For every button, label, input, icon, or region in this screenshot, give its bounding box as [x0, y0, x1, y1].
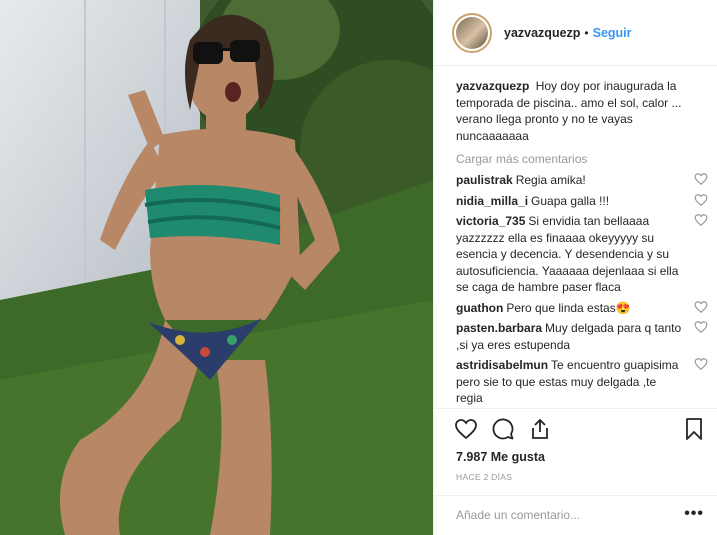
post-photo[interactable] — [0, 0, 433, 535]
follow-button[interactable]: Seguir — [593, 26, 632, 40]
avatar-image — [456, 16, 488, 49]
share-icon[interactable] — [528, 417, 552, 441]
more-options-icon[interactable]: ••• — [684, 505, 704, 523]
comment-row: nidia_milla_i Guapa galla !!! — [456, 193, 708, 210]
post-header: yazvazquezp • Seguir — [434, 0, 717, 66]
comment-like-heart-icon[interactable] — [694, 213, 708, 227]
header-separator: • — [584, 25, 589, 40]
comment-like-heart-icon[interactable] — [694, 357, 708, 371]
comment-like-heart-icon[interactable] — [694, 300, 708, 314]
header-username[interactable]: yazvazquezp — [504, 26, 580, 40]
action-bar: 7.987 Me gusta HACE 2 DÍAS Añade un come… — [434, 408, 717, 535]
comment-username[interactable]: guathon — [456, 301, 503, 315]
comment-username[interactable]: victoria_735 — [456, 214, 525, 228]
post-time[interactable]: HACE 2 DÍAS — [456, 472, 512, 482]
post-image — [0, 0, 433, 535]
comments-section: yazvazquezp Hoy doy por inaugurada la te… — [456, 78, 708, 411]
comment-like-heart-icon[interactable] — [694, 193, 708, 207]
comment-like-heart-icon[interactable] — [694, 172, 708, 186]
comment-row: astridisabelmun Te encuentro guapisima pe… — [456, 357, 708, 407]
comment-row: guathon Pero que linda estas😍 — [456, 300, 708, 317]
comment-text: Guapa galla !!! — [531, 193, 610, 208]
comment-row: pasten.barbara Muy delgada para q tanto ,… — [456, 320, 708, 353]
comment-username[interactable]: astridisabelmun — [456, 358, 548, 372]
comment-username[interactable]: paulistrak — [456, 173, 513, 187]
caption: yazvazquezp Hoy doy por inaugurada la te… — [456, 78, 708, 144]
add-comment-input[interactable]: Añade un comentario... — [456, 508, 580, 522]
comment-text: Regia amika! — [515, 173, 586, 187]
post-sidebar: yazvazquezp • Seguir yazvazquezp Hoy doy… — [433, 0, 717, 535]
comment-username[interactable]: nidia_milla_i — [456, 194, 528, 208]
comment-row: paulistrak Regia amika! — [456, 172, 708, 189]
caption-username[interactable]: yazvazquezp — [456, 79, 529, 93]
heart-icon[interactable] — [454, 417, 478, 441]
comment-username[interactable]: pasten.barbara — [456, 321, 542, 335]
load-more-comments[interactable]: Cargar más comentarios — [456, 152, 708, 166]
comment-like-heart-icon[interactable] — [694, 320, 708, 334]
bookmark-icon[interactable] — [682, 417, 706, 441]
comment-row: victoria_735 Si envidia tan bellaaaa yazz… — [456, 213, 708, 296]
comment-text: Pero que linda estas😍 — [506, 300, 631, 315]
comment-list: paulistrak Regia amika! nidia_milla_i Guapa… — [456, 172, 708, 407]
add-comment-bar: Añade un comentario... ••• — [434, 495, 717, 535]
action-icons — [454, 417, 552, 441]
comment-icon[interactable] — [491, 417, 515, 441]
avatar[interactable] — [452, 12, 492, 53]
likes-count[interactable]: 7.987 Me gusta — [456, 450, 545, 464]
